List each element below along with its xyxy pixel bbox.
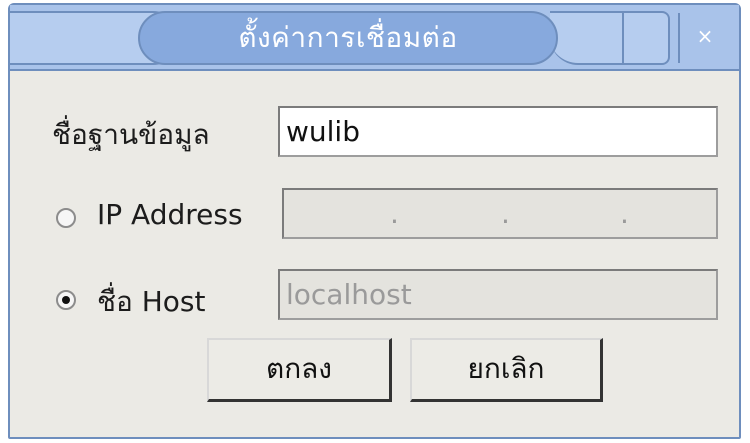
host-name-input[interactable]: localhost (278, 269, 718, 320)
title-bar-right-segment (550, 11, 670, 65)
ip-address-label: IP Address (97, 198, 243, 231)
ip-separator: . (390, 197, 399, 230)
close-icon: × (696, 24, 714, 48)
connection-settings-dialog: ตั้งค่าการเชื่อมต่อ × ชื่อฐานข้อมูล wuli… (8, 3, 741, 439)
radio-selected-dot (62, 296, 70, 304)
ip-address-input[interactable]: . . . (282, 188, 718, 239)
title-bar-divider (622, 13, 624, 63)
title-bar-divider (678, 13, 680, 63)
host-name-label: ชื่อ Host (97, 285, 206, 318)
ip-separator: . (501, 197, 510, 230)
database-name-label: ชื่อฐานข้อมูล (52, 118, 210, 151)
dialog-title: ตั้งค่าการเชื่อมต่อ (238, 21, 458, 54)
ok-button[interactable]: ตกลง (207, 338, 392, 402)
title-bar[interactable]: ตั้งค่าการเชื่อมต่อ × (10, 5, 739, 71)
cancel-button[interactable]: ยกเลิก (410, 338, 603, 402)
database-name-input[interactable]: wulib (278, 106, 718, 157)
ip-address-radio[interactable] (56, 208, 76, 228)
ip-separator: . (620, 197, 629, 230)
close-button[interactable]: × (682, 15, 728, 57)
host-name-radio[interactable] (56, 290, 76, 310)
